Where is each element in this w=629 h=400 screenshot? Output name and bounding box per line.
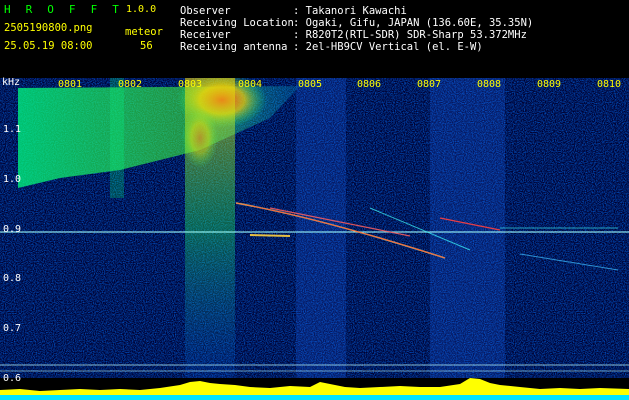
time-tick-label: 0810	[597, 79, 622, 90]
info-location-value: : Ogaki, Gifu, JAPAN (136.60E, 35.35N)	[293, 17, 534, 29]
time-tick-label: 0808	[477, 79, 502, 90]
freq-tick-label: 1.1	[3, 124, 22, 135]
level-baseline	[0, 395, 629, 400]
freq-tick-label: 0.8	[3, 273, 22, 284]
info-observer-value: : Takanori Kawachi	[293, 5, 407, 17]
vertical-band	[185, 78, 235, 378]
freq-unit-label: kHz	[2, 77, 21, 88]
meteor-count: 56	[140, 40, 153, 52]
time-tick-label: 0806	[357, 79, 382, 90]
time-tick-label: 0807	[417, 79, 442, 90]
meteor-trace	[249, 234, 291, 237]
filename-label: 2505190800.png	[4, 22, 93, 34]
time-tick-label: 0809	[537, 79, 562, 90]
time-tick-label: 0804	[238, 79, 263, 90]
info-receiver-value: : R820T2(RTL-SDR) SDR-Sharp 53.372MHz	[293, 29, 527, 41]
app-title: H R O F F T	[4, 3, 124, 16]
info-observer-label: Observer	[180, 5, 231, 17]
time-tick-label: 0803	[178, 79, 203, 90]
datetime-label: 25.05.19 08:00	[4, 40, 93, 52]
info-receiver-label: Receiver	[180, 29, 231, 41]
header-panel: H R O F F T 1.0.0 2505190800.png meteor …	[0, 0, 629, 78]
info-location-label: Receiving Location	[180, 17, 294, 29]
vertical-band	[296, 78, 346, 378]
vertical-band	[430, 78, 505, 378]
time-tick-label: 0802	[118, 79, 143, 90]
freq-tick-label: 1.0	[3, 174, 22, 185]
spectrogram	[0, 78, 629, 400]
app-version: 1.0.0	[126, 4, 157, 15]
info-antenna-value: : 2el-HB9CV Vertical (el. E-W)	[293, 41, 483, 53]
time-tick-label: 0805	[298, 79, 323, 90]
meteor-label: meteor	[125, 26, 163, 38]
info-antenna-label: Receiving antenna	[180, 41, 288, 53]
time-tick-label: 0801	[58, 79, 83, 90]
freq-tick-label: 0.6	[3, 373, 22, 384]
freq-tick-label: 0.7	[3, 323, 22, 334]
freq-tick-label: 0.9	[3, 224, 22, 235]
vertical-band	[110, 78, 124, 198]
